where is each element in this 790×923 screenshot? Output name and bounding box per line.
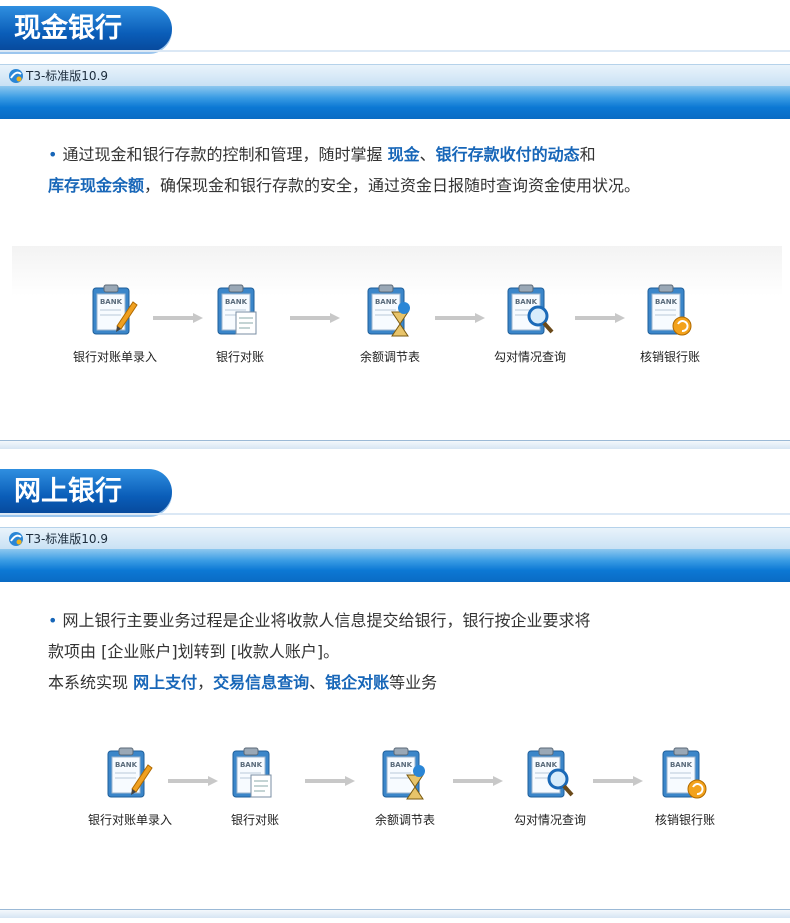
desc-text: 和 <box>579 145 596 164</box>
flow-step-label: 勾对情况查询 <box>513 813 586 827</box>
desc-text: ，确保现金和银行存款的安全，通过资金日报随时查询资金使用状况。 <box>144 176 641 195</box>
clipboard-magnifier-icon: BANK <box>470 282 590 344</box>
flow-step-label: 核销银行账 <box>639 350 700 364</box>
desc-text: 网上银行主要业务过程是企业将收款人信息提交给银行，银行按企业要求将 <box>62 611 591 630</box>
flow-step-label: 核销银行账 <box>654 813 715 827</box>
app-title: T3-标准版10.9 <box>26 69 109 83</box>
clipboard-docs-icon: BANK <box>180 282 300 344</box>
heading-divider <box>0 513 790 515</box>
heading-divider <box>0 50 790 52</box>
desc-highlight: 网上支付 <box>133 673 198 692</box>
clipboard-refresh-icon: BANK <box>625 745 745 807</box>
svg-text:BANK: BANK <box>670 761 693 769</box>
desc-text: 、 <box>309 673 326 692</box>
flow-step[interactable]: BANK 核销银行账 <box>610 282 730 365</box>
flow-step-label: 银行对账单录入 <box>87 813 172 827</box>
svg-text:BANK: BANK <box>390 761 413 769</box>
app-window-titlebar: T3-标准版10.9 <box>0 64 790 86</box>
flow-step[interactable]: BANK 余额调节表 <box>345 745 465 828</box>
flow-step-label: 银行对账单录入 <box>72 350 157 364</box>
svg-text:BANK: BANK <box>375 298 398 306</box>
desc-text: 等业务 <box>389 673 438 692</box>
app-window-titlebar: T3-标准版10.9 <box>0 527 790 549</box>
desc-highlight: 库存现金余额 <box>48 176 145 195</box>
desc-text: 款项由 [企业账户]划转到 [收款人账户]。 <box>48 642 340 661</box>
svg-text:BANK: BANK <box>535 761 558 769</box>
flow-step[interactable]: BANK 银行对账 <box>180 282 300 365</box>
flow-step-label: 勾对情况查询 <box>493 350 566 364</box>
desc-highlight: 现金 <box>387 145 420 164</box>
svg-text:BANK: BANK <box>240 761 263 769</box>
clipboard-docs-icon: BANK <box>195 745 315 807</box>
window-bottom-bar <box>0 440 790 449</box>
flow-step-label: 银行对账 <box>230 813 279 827</box>
desc-highlight: 交易信息查询 <box>213 673 310 692</box>
svg-text:BANK: BANK <box>115 761 138 769</box>
app-logo-icon <box>9 532 23 546</box>
section-description: • 网上银行主要业务过程是企业将收款人信息提交给银行，银行按企业要求将 款项由 … <box>48 605 748 698</box>
process-flow: BANK 银行对账单录入 BANK 银行对账 BANK 余额调节表 BANK 勾对情况查询 BA… <box>0 745 790 905</box>
flow-step-label: 银行对账 <box>215 350 264 364</box>
app-ribbon-bar <box>0 86 790 119</box>
flow-step[interactable]: BANK 核销银行账 <box>625 745 745 828</box>
clipboard-hourglass-icon: BANK <box>330 282 450 344</box>
clipboard-refresh-icon: BANK <box>610 282 730 344</box>
section-heading: 网上银行 <box>0 469 172 515</box>
svg-text:BANK: BANK <box>655 298 678 306</box>
desc-text: 、 <box>419 145 436 164</box>
process-flow: BANK 银行对账单录入 BANK 银行对账 BANK 余额调节表 BANK 勾对情况查询 BA… <box>0 240 790 400</box>
svg-text:BANK: BANK <box>100 298 123 306</box>
app-logo-icon <box>9 69 23 83</box>
bullet-icon: • <box>48 145 58 164</box>
desc-highlight: 银企对账 <box>325 673 390 692</box>
svg-text:BANK: BANK <box>225 298 248 306</box>
clipboard-hourglass-icon: BANK <box>345 745 465 807</box>
flow-step-label: 余额调节表 <box>374 813 435 827</box>
desc-text: 通过现金和银行存款的控制和管理，随时掌握 <box>62 145 388 164</box>
flow-step[interactable]: BANK 勾对情况查询 <box>470 282 590 365</box>
cash-bank-section: 现金银行 T3-标准版10.9 • 通过现金和银行存款的控制和管理，随时掌握 现… <box>0 0 790 460</box>
section-description: • 通过现金和银行存款的控制和管理，随时掌握 现金、银行存款收付的动态和库存现金… <box>48 139 748 201</box>
window-bottom-bar <box>0 909 790 918</box>
flow-step-label: 余额调节表 <box>359 350 420 364</box>
app-title: T3-标准版10.9 <box>26 532 109 546</box>
app-ribbon-bar <box>0 549 790 582</box>
flow-step[interactable]: BANK 余额调节表 <box>330 282 450 365</box>
desc-text: 本系统实现 <box>48 673 134 692</box>
desc-text: ， <box>197 673 214 692</box>
flow-step[interactable]: BANK 银行对账 <box>195 745 315 828</box>
section-heading: 现金银行 <box>0 6 172 52</box>
online-bank-section: 网上银行 T3-标准版10.9 • 网上银行主要业务过程是企业将收款人信息提交给… <box>0 463 790 923</box>
desc-highlight: 银行存款收付的动态 <box>435 145 580 164</box>
bullet-icon: • <box>48 611 58 630</box>
svg-text:BANK: BANK <box>515 298 538 306</box>
